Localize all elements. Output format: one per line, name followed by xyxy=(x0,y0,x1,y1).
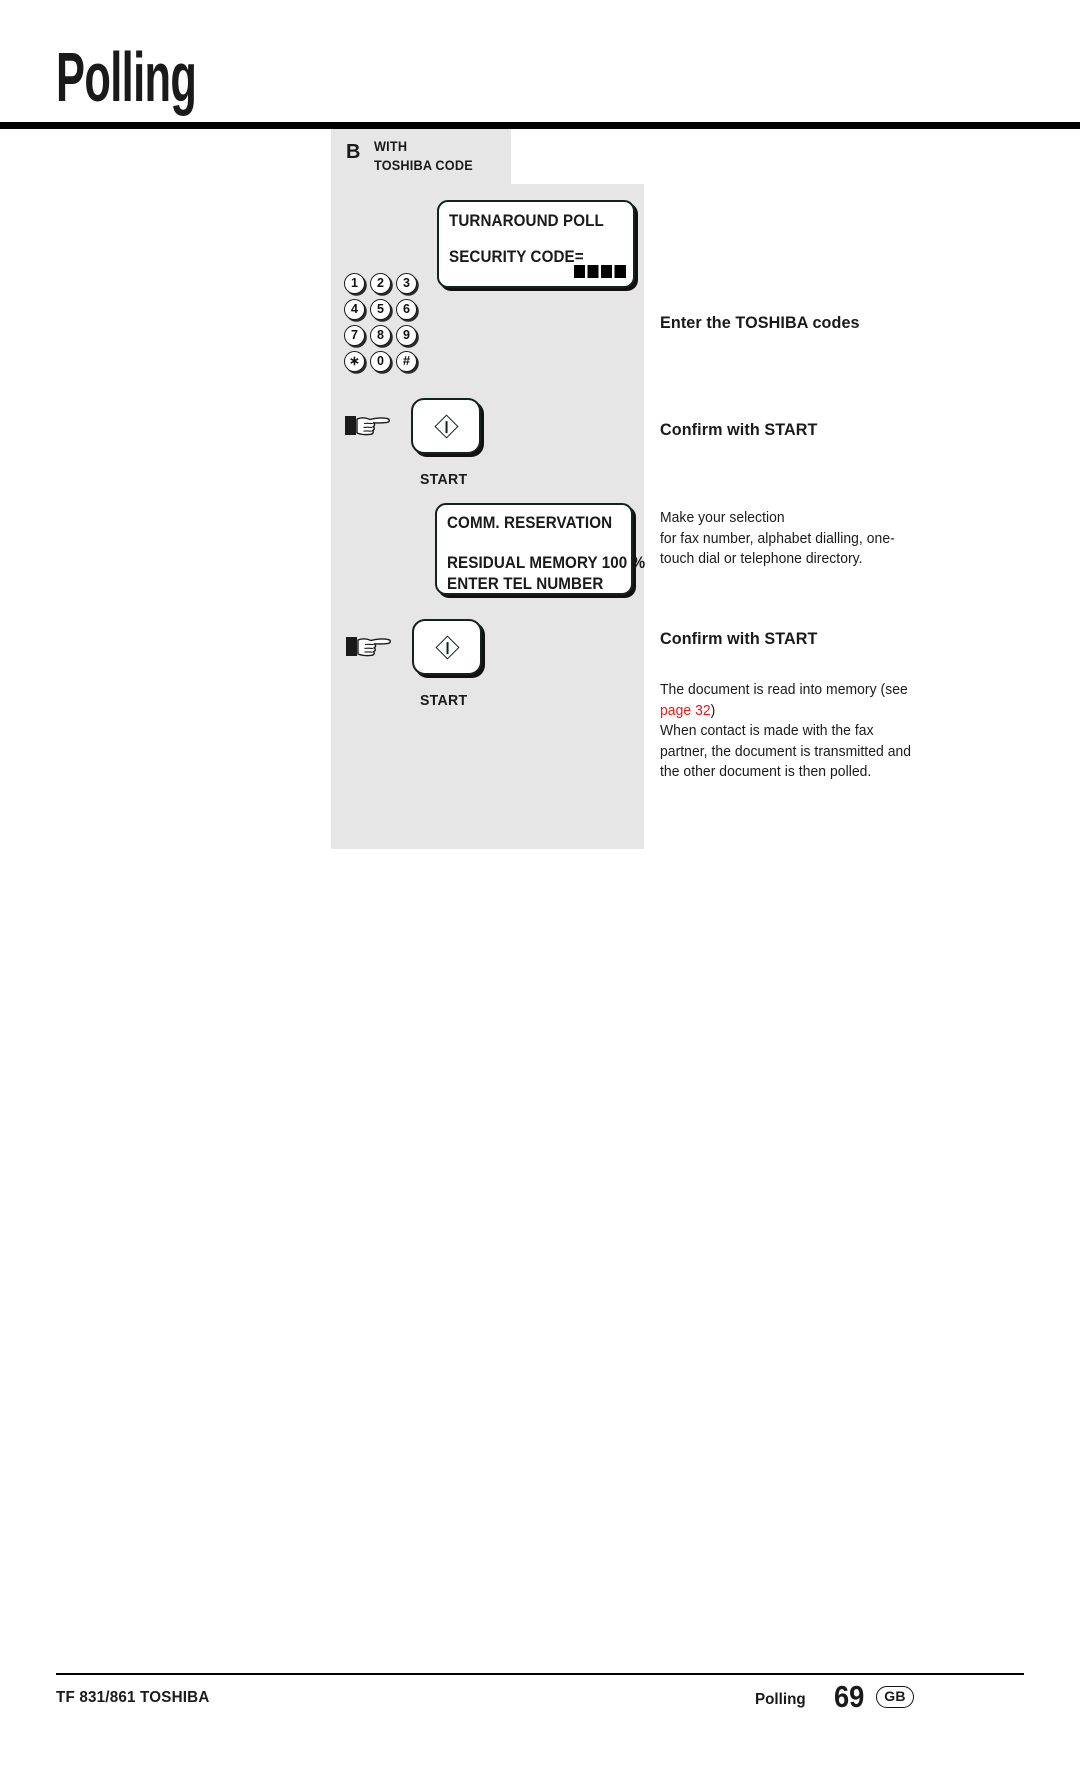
footer-divider xyxy=(56,1673,1024,1675)
lcd-line-text: TURNAROUND POLL xyxy=(449,212,604,230)
instruction-heading-enter-codes: Enter the TOSHIBA codes xyxy=(660,313,860,332)
panel-notch xyxy=(511,129,644,184)
lcd-line-text: SECURITY CODE= xyxy=(449,248,584,266)
keypad-key-6[interactable]: 6 xyxy=(396,299,417,320)
keypad-key-8[interactable]: 8 xyxy=(370,325,391,346)
lcd-line-text: ENTER TEL NUMBER xyxy=(447,575,604,593)
instruction-line: The document is read into memory (see xyxy=(660,680,924,701)
page-reference-link[interactable]: page 32 xyxy=(660,703,711,719)
keypad-key-2[interactable]: 2 xyxy=(370,273,391,294)
keypad-key-7[interactable]: 7 xyxy=(344,325,365,346)
instruction-text: ) xyxy=(710,702,716,719)
start-button-label: START xyxy=(420,692,468,709)
section-title-line-2: TOSHIBA CODE xyxy=(374,158,473,174)
start-diamond-icon xyxy=(434,634,460,660)
keypad-key-1[interactable]: 1 xyxy=(344,273,365,294)
section-title-line-1: WITH xyxy=(374,139,408,154)
start-button[interactable] xyxy=(411,398,481,454)
section-letter: B xyxy=(346,141,361,163)
security-code-cursor-blocks xyxy=(574,265,626,278)
keypad-key-5[interactable]: 5 xyxy=(370,299,391,320)
instruction-line: the other document is then polled. xyxy=(660,764,872,781)
comm-reservation-display: COMM. RESERVATION RESIDUAL MEMORY 100 % … xyxy=(435,503,645,595)
footer-section-name: Polling xyxy=(755,1691,806,1708)
section-title: WITH TOSHIBA CODE xyxy=(374,137,473,175)
instruction-line: When contact is made with the fax xyxy=(660,723,874,740)
footer-model: TF 831/861 TOSHIBA xyxy=(56,1689,210,1706)
pointing-hand-icon xyxy=(345,416,390,436)
instruction-line: Make your selection xyxy=(660,510,785,526)
lcd-line-text: RESIDUAL MEMORY 100 % xyxy=(447,554,646,572)
page-title: Polling xyxy=(56,38,197,116)
start-button[interactable] xyxy=(412,619,482,675)
instruction-line: page 32) xyxy=(660,701,924,722)
instruction-line: partner, the document is transmitted and xyxy=(660,743,912,760)
keypad-key-3[interactable]: 3 xyxy=(396,273,417,294)
instruction-text: The document is read into memory (see xyxy=(660,682,908,698)
footer-locale-badge: GB xyxy=(876,1686,914,1708)
instruction-body-document-read: The document is read into memory (see pa… xyxy=(660,680,924,783)
instruction-heading-confirm-start-2: Confirm with START xyxy=(660,629,818,648)
header-divider xyxy=(0,122,1080,129)
start-diamond-icon xyxy=(433,413,459,439)
numeric-keypad: 1 2 3 4 5 6 7 8 9 ∗ 0 # xyxy=(344,273,424,377)
turnaround-poll-display: TURNAROUND POLL SECURITY CODE= xyxy=(437,200,635,288)
keypad-key-hash[interactable]: # xyxy=(396,351,417,372)
instruction-line: for fax number, alphabet dialling, one- xyxy=(660,530,895,547)
lcd-line-text: COMM. RESERVATION xyxy=(447,514,613,532)
keypad-key-4[interactable]: 4 xyxy=(344,299,365,320)
footer-page-number: 69 xyxy=(834,1679,865,1714)
instruction-body-make-selection: Make your selection for fax number, alph… xyxy=(660,508,919,570)
start-button-label: START xyxy=(420,471,468,488)
keypad-key-9[interactable]: 9 xyxy=(396,325,417,346)
instruction-heading-confirm-start-1: Confirm with START xyxy=(660,420,818,439)
pointing-hand-icon xyxy=(346,637,391,657)
instruction-line: touch dial or telephone directory. xyxy=(660,551,863,568)
keypad-key-0[interactable]: 0 xyxy=(370,351,391,372)
keypad-key-star[interactable]: ∗ xyxy=(344,351,365,372)
